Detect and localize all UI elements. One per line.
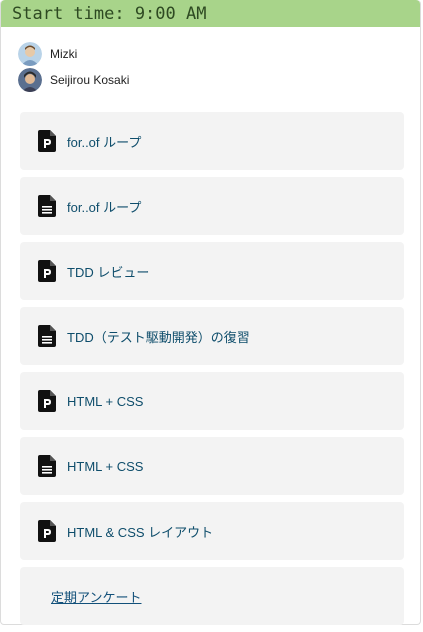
material-title: HTML + CSS: [67, 393, 144, 409]
document-file-icon: [38, 325, 56, 347]
session-header: Start time: 9:00 AM: [1, 0, 420, 27]
material-item[interactable]: HTML + CSS: [20, 437, 404, 495]
material-title: TDD レビュー: [67, 264, 150, 280]
document-file-icon: [38, 195, 56, 217]
presentation-file-icon: [38, 130, 56, 152]
material-item[interactable]: HTML & CSS レイアウト: [20, 502, 404, 560]
avatar: [18, 42, 42, 66]
material-item[interactable]: HTML + CSS: [20, 372, 404, 430]
material-title: HTML & CSS レイアウト: [67, 524, 214, 540]
presentation-file-icon: [38, 260, 56, 282]
presentation-file-icon: [38, 390, 56, 412]
material-title: TDD（テスト駆動開発）の復習: [67, 329, 250, 345]
start-time: Start time: 9:00 AM: [12, 3, 207, 24]
participant: Seijirou Kosaki: [18, 67, 420, 93]
survey-link[interactable]: 定期アンケート: [51, 587, 141, 606]
material-title: HTML + CSS: [67, 458, 144, 474]
survey-item: 定期アンケート: [20, 567, 404, 625]
presentation-file-icon: [38, 520, 56, 542]
participant-name: Seijirou Kosaki: [50, 73, 130, 87]
material-item[interactable]: for..of ループ: [20, 177, 404, 235]
session-card: Start time: 9:00 AM Mizki Seijirou Kosak…: [0, 0, 421, 625]
participant: Mizki: [18, 41, 420, 67]
materials-list: for..of ループ for..of ループ TDD レビュー TDD（テスト…: [20, 112, 404, 632]
material-item[interactable]: TDD レビュー: [20, 242, 404, 300]
document-file-icon: [38, 455, 56, 477]
material-item[interactable]: TDD（テスト駆動開発）の復習: [20, 307, 404, 365]
participant-name: Mizki: [50, 47, 78, 61]
material-title: for..of ループ: [67, 134, 142, 150]
avatar: [18, 68, 42, 92]
material-item[interactable]: for..of ループ: [20, 112, 404, 170]
material-title: for..of ループ: [67, 199, 142, 215]
participants-list: Mizki Seijirou Kosaki: [1, 27, 420, 93]
